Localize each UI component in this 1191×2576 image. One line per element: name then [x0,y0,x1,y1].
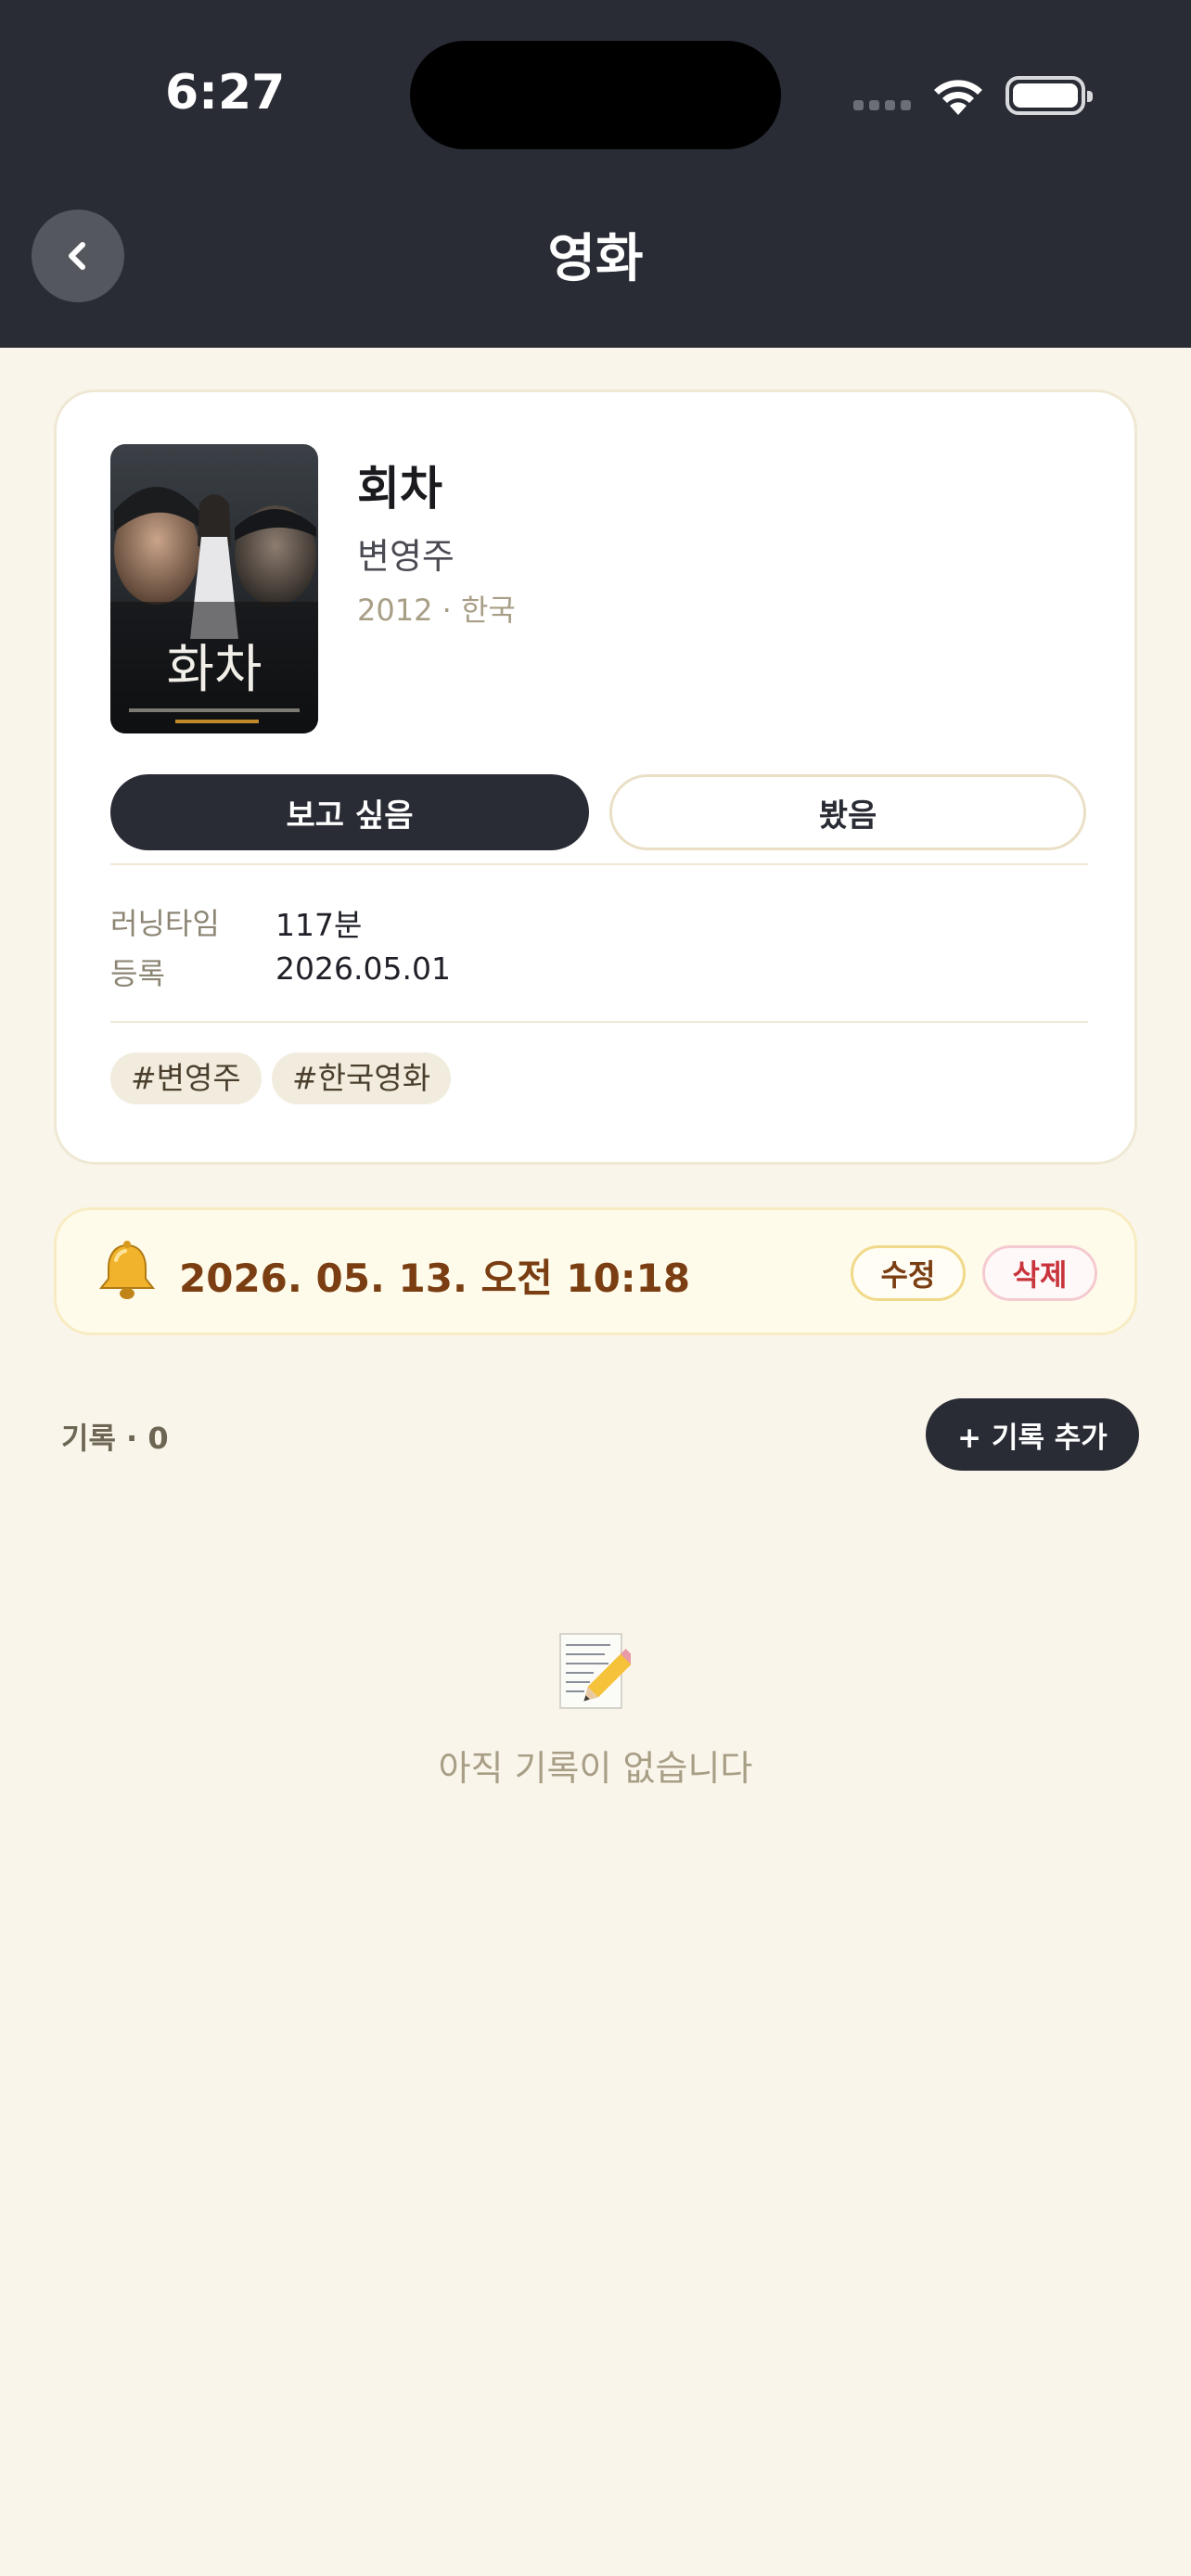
bell-icon [98,1241,156,1299]
tag-chip[interactable]: #변영주 [110,1052,262,1104]
edit-reminder-button[interactable]: 수정 [851,1245,966,1301]
top-bar: 6:27 영화 [0,0,1191,348]
add-record-button[interactable]: + 기록 추가 [926,1398,1139,1471]
movie-director: 변영주 [357,536,455,577]
want-to-watch-button[interactable]: 보고 싶음 [110,774,589,850]
wifi-icon [934,80,982,115]
runtime-value: 117분 [275,907,363,943]
svg-text:화차: 화차 [166,640,262,700]
page-title: 영화 [547,229,644,289]
divider [110,863,1088,865]
movie-poster[interactable]: 화차 [110,444,318,733]
dynamic-island [410,41,781,149]
divider [110,1021,1088,1023]
movie-year-country: 2012 · 한국 [357,593,516,628]
memo-icon [559,1633,631,1709]
watched-button[interactable]: 봤음 [609,774,1086,850]
battery-icon [1005,76,1093,115]
tag-chip[interactable]: #한국영화 [272,1052,452,1104]
delete-reminder-button[interactable]: 삭제 [982,1245,1097,1301]
empty-records-text: 아직 기록이 없습니다 [438,1748,753,1789]
movie-card: 화차 회차 변영주 2012 · 한국 보고 싶음 봤음 러닝타임 117분 등… [54,389,1137,1165]
poster-image: 화차 [110,444,318,733]
reminder-datetime: 2026. 05. 13. 오전 10:18 [179,1256,691,1301]
registered-value: 2026.05.01 [275,950,451,987]
runtime-label: 러닝타임 [110,906,220,941]
status-time: 6:27 [165,65,286,121]
cellular-signal-icon [853,100,911,110]
registered-label: 등록 [110,956,165,991]
records-count: 기록 · 0 [61,1421,169,1456]
reminder-banner: 2026. 05. 13. 오전 10:18 수정 삭제 [54,1207,1137,1335]
movie-title: 회차 [357,462,442,516]
